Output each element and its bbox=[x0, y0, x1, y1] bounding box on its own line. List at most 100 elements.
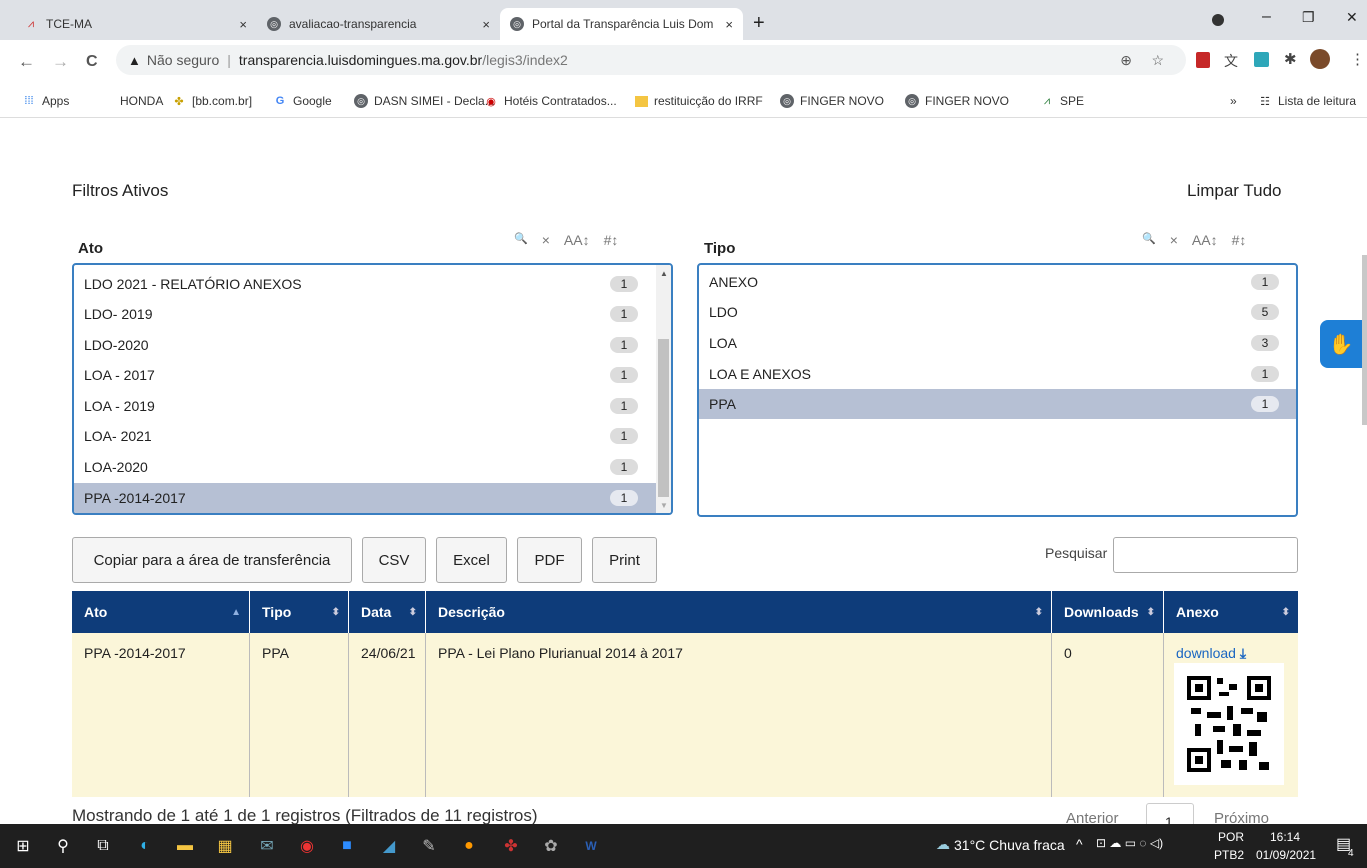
print-button[interactable]: Print bbox=[592, 537, 657, 583]
clock-date[interactable]: 01/09/2021 bbox=[1256, 848, 1316, 862]
bookmarks-overflow-icon[interactable]: » bbox=[1230, 94, 1237, 108]
zoom-icon[interactable]: ⊕ bbox=[1120, 52, 1132, 69]
star-icon[interactable]: ☆ bbox=[1151, 52, 1164, 69]
bookmark-google[interactable]: G Google bbox=[273, 94, 332, 108]
back-button[interactable]: ← bbox=[18, 52, 35, 72]
column-header-ato[interactable]: Ato ▲ bbox=[72, 591, 250, 633]
scrollbar-thumb[interactable] bbox=[658, 339, 669, 497]
list-item[interactable]: LDO-2020 1 bbox=[74, 330, 656, 360]
weather-status[interactable]: 31°C Chuva fraca bbox=[954, 837, 1065, 853]
minimize-button[interactable]: – bbox=[1262, 8, 1271, 26]
scroll-down-icon[interactable]: ▼ bbox=[660, 501, 668, 510]
list-item[interactable]: LOA - 2019 1 bbox=[74, 391, 656, 421]
list-item-selected[interactable]: PPA 1 bbox=[699, 389, 1296, 419]
word-icon[interactable]: W bbox=[578, 834, 604, 858]
tray-icons[interactable]: ⊡ ☁ ▭ ◌ ◁) bbox=[1096, 836, 1163, 850]
page-scrollbar[interactable] bbox=[1362, 255, 1367, 425]
sort-alpha-icon[interactable]: AA↕ bbox=[1192, 232, 1218, 248]
paint-icon[interactable]: ✎ bbox=[416, 834, 442, 858]
menu-icon[interactable]: ⋮ bbox=[1350, 50, 1365, 68]
clear-icon[interactable]: × bbox=[1170, 232, 1178, 248]
paint-palette-icon[interactable]: ✿ bbox=[538, 834, 564, 858]
clear-icon[interactable]: × bbox=[542, 232, 550, 248]
bookmark-bb[interactable]: ✤ [bb.com.br] bbox=[172, 94, 252, 108]
tab-avaliacao[interactable]: ◎ avaliacao-transparencia × bbox=[257, 8, 500, 40]
sign-language-icon[interactable]: ✋ bbox=[1320, 320, 1362, 368]
clock-time[interactable]: 16:14 bbox=[1270, 830, 1300, 844]
reload-button[interactable]: C bbox=[86, 53, 98, 71]
mail-icon[interactable]: ✉ bbox=[254, 834, 280, 858]
puzzle-icon[interactable]: ✱ bbox=[1284, 50, 1297, 68]
translate-extension-icon[interactable]: 文 bbox=[1224, 51, 1238, 71]
chrome-icon[interactable]: ◉ bbox=[294, 834, 320, 858]
app-icon[interactable]: ◢ bbox=[376, 834, 402, 858]
column-header-tipo[interactable]: Tipo ⬍ bbox=[250, 591, 349, 633]
list-item[interactable]: LDO- 2019 1 bbox=[74, 299, 656, 329]
search-icon[interactable]: ⚲ bbox=[50, 834, 76, 858]
bookmark-honda[interactable]: HONDA bbox=[120, 94, 163, 108]
extension-icon[interactable] bbox=[1254, 52, 1269, 67]
bookmark-dasn[interactable]: ◎ DASN SIMEI - Decla... bbox=[354, 94, 495, 108]
column-header-anexo[interactable]: Anexo ⬍ bbox=[1164, 591, 1298, 633]
list-item[interactable]: LOA E ANEXOS 1 bbox=[699, 359, 1296, 389]
sort-count-icon[interactable]: #↕ bbox=[604, 232, 619, 248]
sort-count-icon[interactable]: #↕ bbox=[1232, 232, 1247, 248]
tray-expand-icon[interactable]: ^ bbox=[1076, 836, 1083, 852]
sort-alpha-icon[interactable]: AA↕ bbox=[564, 232, 590, 248]
close-window-button[interactable]: ✕ bbox=[1346, 9, 1358, 26]
restore-button[interactable]: ❐ bbox=[1302, 9, 1315, 26]
list-item[interactable]: LOA - 2017 1 bbox=[74, 360, 656, 390]
task-view-icon[interactable]: ⧉ bbox=[90, 834, 116, 858]
bookmark-spe[interactable]: ⩘ SPE bbox=[1040, 94, 1084, 108]
zoom-app-icon[interactable]: ■ bbox=[334, 834, 360, 858]
language-code[interactable]: POR bbox=[1218, 830, 1244, 844]
list-item[interactable]: LOA-2020 1 bbox=[74, 452, 656, 482]
bookmark-apps[interactable]: ⁞⁞⁞ Apps bbox=[22, 94, 69, 108]
scroll-up-icon[interactable]: ▲ bbox=[660, 269, 668, 278]
store-icon[interactable]: ▦ bbox=[212, 834, 238, 858]
close-tab-icon[interactable]: × bbox=[482, 17, 490, 32]
windows-start-icon[interactable]: ⊞ bbox=[10, 834, 36, 858]
download-icon[interactable]: ⤓ bbox=[1240, 645, 1246, 661]
address-bar[interactable]: ▲ Não seguro | transparencia.luisdomingu… bbox=[116, 45, 1186, 75]
search-icon[interactable]: 🔍 bbox=[514, 232, 528, 248]
avatar[interactable] bbox=[1310, 49, 1330, 69]
firefox-icon[interactable]: ● bbox=[456, 834, 482, 858]
tab-portal-transparencia[interactable]: ◎ Portal da Transparência Luis Dom × bbox=[500, 8, 743, 40]
bookmark-hoteis[interactable]: ◉ Hotéis Contratados... bbox=[484, 94, 617, 108]
column-header-descricao[interactable]: Descrição ⬍ bbox=[426, 591, 1052, 633]
pdf-extension-icon[interactable] bbox=[1196, 52, 1210, 68]
acrobat-icon[interactable]: ✤ bbox=[498, 834, 524, 858]
pdf-button[interactable]: PDF bbox=[517, 537, 582, 583]
close-tab-icon[interactable]: × bbox=[725, 17, 733, 32]
count-badge: 1 bbox=[610, 490, 638, 506]
file-explorer-icon[interactable]: ▬ bbox=[172, 834, 198, 858]
column-header-data[interactable]: Data ⬍ bbox=[349, 591, 426, 633]
list-item-selected[interactable]: PPA -2014-2017 1 bbox=[74, 483, 656, 513]
search-input[interactable] bbox=[1113, 537, 1298, 573]
list-item[interactable]: ANEXO 1 bbox=[699, 267, 1296, 297]
bookmark-finger-novo-2[interactable]: ◎ FINGER NOVO bbox=[905, 94, 1009, 108]
new-tab-button[interactable]: + bbox=[753, 12, 765, 35]
search-icon[interactable]: 🔍 bbox=[1142, 232, 1156, 248]
profile-dot-icon[interactable] bbox=[1212, 14, 1224, 26]
scrollbar[interactable]: ▲ ▼ bbox=[656, 265, 671, 513]
list-item[interactable]: LOA 3 bbox=[699, 328, 1296, 358]
csv-button[interactable]: CSV bbox=[362, 537, 426, 583]
column-header-downloads[interactable]: Downloads ⬍ bbox=[1052, 591, 1164, 633]
reading-list-button[interactable]: ☷ Lista de leitura bbox=[1258, 94, 1356, 108]
clear-all-link[interactable]: Limpar Tudo bbox=[1187, 181, 1282, 201]
list-item[interactable]: LOA- 2021 1 bbox=[74, 421, 656, 451]
excel-button[interactable]: Excel bbox=[436, 537, 507, 583]
copy-clipboard-button[interactable]: Copiar para a área de transferência bbox=[72, 537, 352, 583]
download-link[interactable]: download bbox=[1176, 645, 1236, 661]
list-item[interactable]: LDO 5 bbox=[699, 297, 1296, 327]
bookmark-restituicao[interactable]: restituicção do IRRF bbox=[634, 94, 763, 108]
tab-tce-ma[interactable]: ⩘ TCE-MA × bbox=[14, 8, 257, 40]
close-tab-icon[interactable]: × bbox=[239, 17, 247, 32]
edge-icon[interactable]: ◐ bbox=[132, 834, 158, 858]
forward-button[interactable]: → bbox=[52, 52, 69, 72]
keyboard-layout[interactable]: PTB2 bbox=[1214, 848, 1244, 862]
bookmark-finger-novo-1[interactable]: ◎ FINGER NOVO bbox=[780, 94, 884, 108]
list-item[interactable]: LDO 2021 - RELATÓRIO ANEXOS 1 bbox=[74, 269, 656, 299]
